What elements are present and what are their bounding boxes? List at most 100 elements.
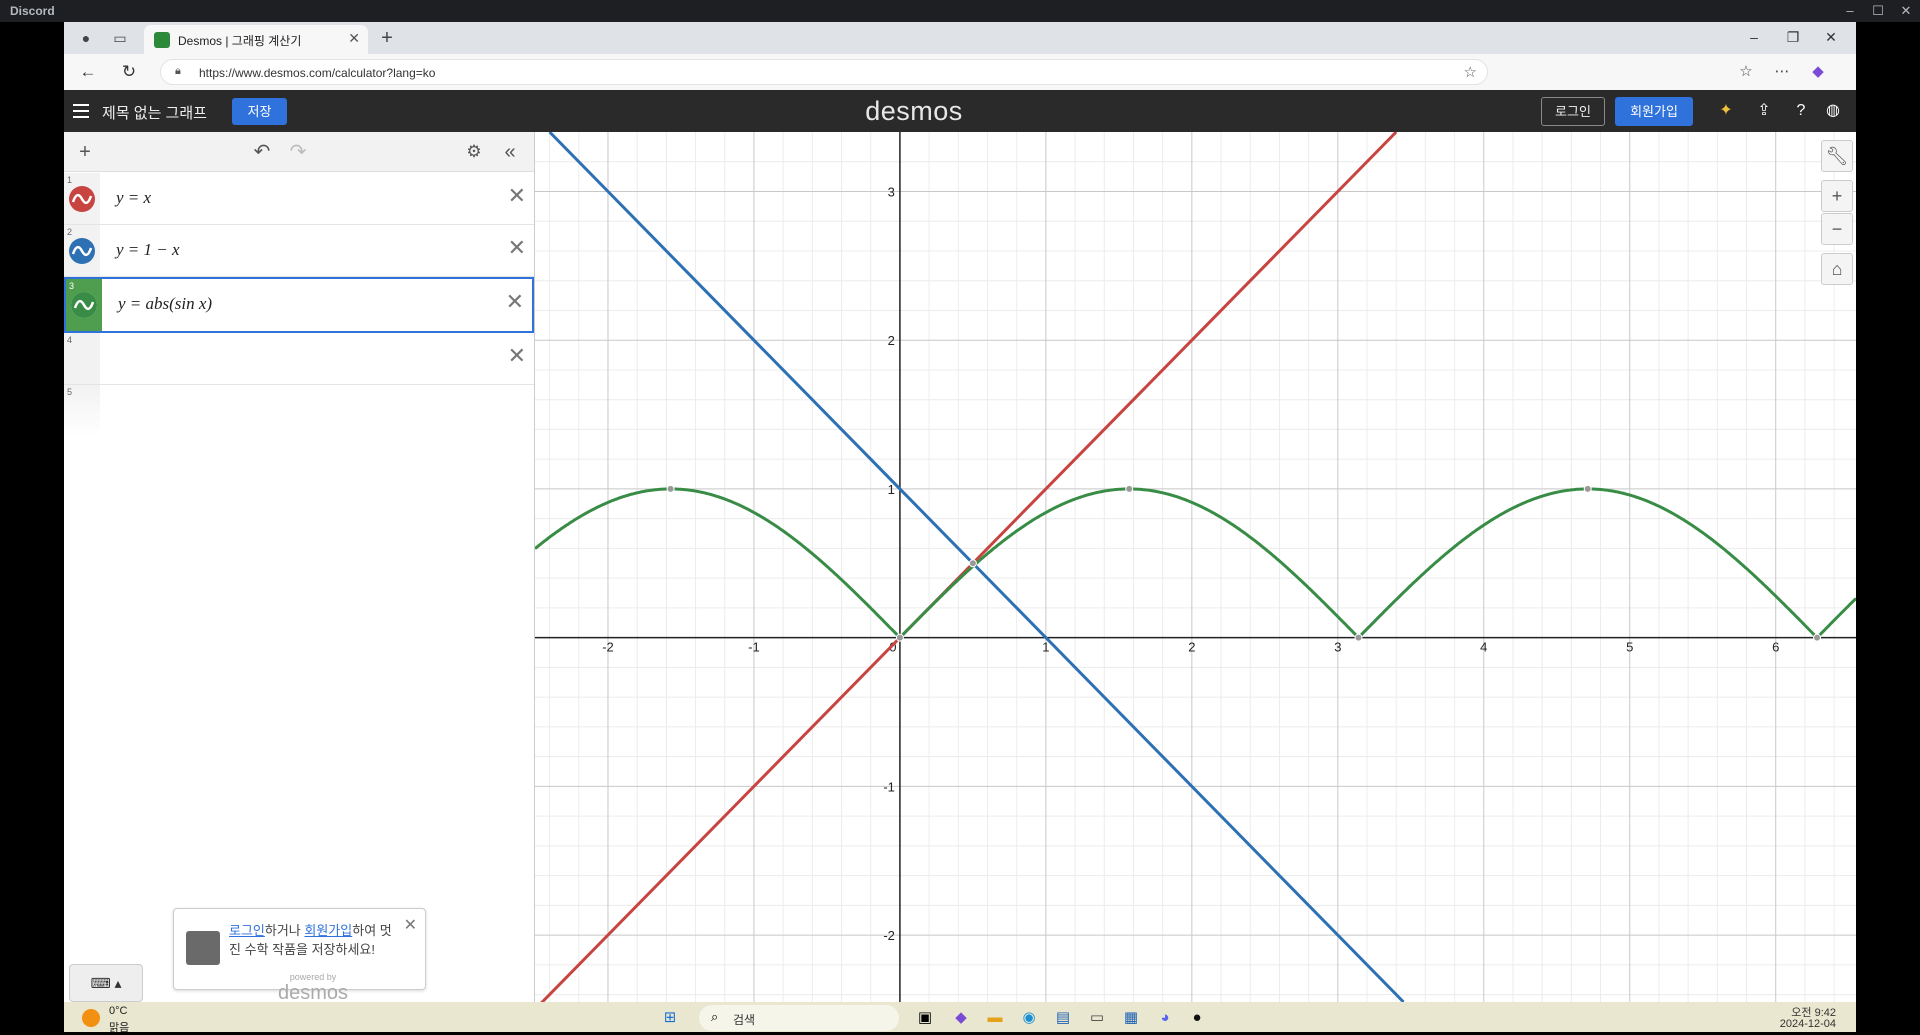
x-tick-label: 6 xyxy=(1772,640,1779,655)
discord-app-icon[interactable]: ◕ xyxy=(1152,1005,1178,1031)
share-icon[interactable]: ⇪ xyxy=(1753,100,1775,122)
store-icon[interactable]: ▤ xyxy=(1050,1005,1076,1031)
point-of-interest xyxy=(1813,633,1822,642)
x-tick-labels: -2 -1 0 1 2 3 4 5 6 xyxy=(602,640,1779,655)
minimize-icon[interactable]: – xyxy=(1838,2,1862,20)
settings-gear-icon[interactable]: ⚙ xyxy=(462,140,486,164)
expression-math[interactable]: y = x xyxy=(116,188,151,208)
close-icon[interactable]: ✕ xyxy=(1894,2,1918,20)
major-grid xyxy=(535,132,1856,1002)
collapse-panel-icon[interactable]: « xyxy=(498,140,522,164)
window-close-icon[interactable]: ✕ xyxy=(1816,26,1846,48)
graph-toggle-icon[interactable] xyxy=(71,292,97,318)
refresh-icon[interactable]: ↻ xyxy=(115,61,143,83)
desmos-logo: desmos xyxy=(865,96,963,126)
home-icon[interactable]: ⌂ xyxy=(1821,253,1853,285)
y-tick-label: 3 xyxy=(888,184,895,199)
keyboard-toggle-button[interactable]: ⌨ ▴ xyxy=(69,964,143,1002)
x-tick-label: 2 xyxy=(1188,640,1195,655)
menu-icon[interactable] xyxy=(70,100,92,122)
save-button[interactable]: 저장 xyxy=(232,98,287,125)
redo-icon[interactable]: ↷ xyxy=(286,140,310,164)
graph-toggle-icon[interactable] xyxy=(69,238,95,264)
y-tick-label: -1 xyxy=(883,779,895,794)
graph-settings-wrench-icon[interactable]: 🔧︎ xyxy=(1821,140,1853,172)
expression-row-empty[interactable]: 5 xyxy=(64,385,534,437)
favorite-star-icon[interactable]: ☆ xyxy=(1464,63,1477,81)
expression-math[interactable]: y = abs(sin x) xyxy=(118,294,212,314)
x-tick-label: 3 xyxy=(1334,640,1341,655)
maximize-icon[interactable]: ☐ xyxy=(1866,2,1890,20)
expression-row[interactable]: 1 y = x ✕ xyxy=(64,173,534,225)
x-tick-label: -1 xyxy=(748,640,760,655)
points-layer xyxy=(666,484,1822,642)
expression-list: + ↶ ↷ ⚙ « 1 y = x ✕ 2 y = 1 − x ✕ 3 y = … xyxy=(64,132,535,1004)
add-expression-icon[interactable]: + xyxy=(73,140,97,164)
remote-desktop-icon[interactable]: ▭ xyxy=(1084,1005,1110,1031)
undo-icon[interactable]: ↶ xyxy=(250,140,274,164)
powered-by-text: powered by xyxy=(289,972,337,982)
delete-expression-icon[interactable]: ✕ xyxy=(508,183,526,209)
weather-desc: 맑음 xyxy=(109,1022,130,1034)
new-tab-icon[interactable]: + xyxy=(374,25,400,51)
desmos-favicon-icon xyxy=(154,32,170,48)
y-tick-labels: 321-1-2 xyxy=(883,184,895,943)
help-icon[interactable]: ? xyxy=(1790,100,1812,122)
delete-expression-icon[interactable]: ✕ xyxy=(508,235,526,261)
weather-temp: 0°C xyxy=(109,1005,128,1017)
graph-canvas[interactable]: -2 -1 0 1 2 3 4 5 6 321-1-2 xyxy=(535,132,1856,1002)
y-tick-label: -2 xyxy=(883,928,895,943)
signup-button[interactable]: 회원가입 xyxy=(1615,97,1693,126)
expression-row[interactable]: 2 y = 1 − x ✕ xyxy=(64,225,534,277)
window-minimize-icon[interactable]: – xyxy=(1739,26,1769,48)
expression-row-active[interactable]: 3 y = abs(sin x) ✕ xyxy=(64,277,534,333)
back-icon[interactable]: ← xyxy=(74,61,102,83)
edge-browser-icon[interactable]: ◉ xyxy=(1016,1005,1042,1031)
login-button[interactable]: 로그인 xyxy=(1541,97,1605,126)
desmos-art-icon xyxy=(186,931,220,965)
profile-icon[interactable]: ● xyxy=(74,27,98,49)
clock-date: 2024-12-04 xyxy=(1779,1018,1836,1030)
point-of-interest xyxy=(1583,484,1592,493)
desmos-header: 제목 없는 그래프 저장 desmos 로그인 회원가입 ✦ ⇪ ? ◍ xyxy=(64,90,1856,132)
expression-math[interactable]: y = 1 − x xyxy=(116,240,180,260)
x-tick-label: 5 xyxy=(1626,640,1633,655)
graph-toggle-icon[interactable] xyxy=(69,186,95,212)
point-of-interest xyxy=(895,633,904,642)
graph-title[interactable]: 제목 없는 그래프 xyxy=(102,102,207,123)
promo-close-icon[interactable]: ✕ xyxy=(404,915,417,935)
url-input[interactable]: 🔒︎ https://www.desmos.com/calculator?lan… xyxy=(160,59,1488,85)
point-of-interest xyxy=(1125,484,1134,493)
snipping-tool-icon[interactable]: ▦ xyxy=(1118,1005,1144,1031)
start-windows-icon[interactable]: ⊞ xyxy=(657,1005,683,1031)
address-bar-row: ← ↻ 🔒︎ https://www.desmos.com/calculator… xyxy=(64,54,1856,90)
zoom-in-icon[interactable]: + xyxy=(1821,180,1853,212)
copilot-app-icon[interactable]: ◆ xyxy=(948,1005,974,1031)
tab-desmos[interactable]: Desmos | 그래핑 계산기 ✕ xyxy=(144,25,368,54)
x-tick-label: 4 xyxy=(1480,640,1487,655)
more-icon[interactable]: ⋯ xyxy=(1769,61,1795,83)
language-globe-icon[interactable]: ◍ xyxy=(1822,100,1844,122)
favorites-icon[interactable]: ☆ xyxy=(1733,61,1759,83)
ai-sparkle-icon[interactable]: ✦ xyxy=(1715,100,1737,122)
discord-titlebar: Discord – ☐ ✕ xyxy=(0,0,1920,22)
lock-icon: 🔒︎ xyxy=(175,65,181,77)
copilot-icon[interactable]: ◆ xyxy=(1805,61,1831,83)
promo-signup-link[interactable]: 회원가입 xyxy=(304,923,352,938)
search-icon: ⌕ xyxy=(711,1009,719,1024)
promo-login-link[interactable]: 로그인 xyxy=(229,923,265,938)
point-of-interest xyxy=(666,484,675,493)
weather-sun-icon[interactable] xyxy=(82,1009,100,1027)
zoom-out-icon[interactable]: − xyxy=(1821,213,1853,245)
task-view-icon[interactable]: ▣ xyxy=(912,1005,938,1031)
taskbar-search-input[interactable]: ⌕ 검색 xyxy=(699,1005,899,1031)
file-explorer-icon[interactable]: ▬ xyxy=(982,1005,1008,1031)
delete-expression-icon[interactable]: ✕ xyxy=(506,289,524,315)
delete-expression-icon[interactable]: ✕ xyxy=(508,343,526,369)
unreal-engine-icon[interactable]: ● xyxy=(1184,1005,1210,1031)
tab-actions-icon[interactable]: ▭ xyxy=(108,27,132,49)
expression-row-empty[interactable]: 4 ✕ xyxy=(64,333,534,385)
tab-close-icon[interactable]: ✕ xyxy=(348,30,360,47)
window-restore-icon[interactable]: ❐ xyxy=(1778,26,1808,48)
windows-taskbar: 0°C 맑음 ⊞ ⌕ 검색 ▣ ◆ ▬ ◉ ▤ ▭ ▦ ◕ ● 오전 9:42 … xyxy=(64,1002,1856,1034)
